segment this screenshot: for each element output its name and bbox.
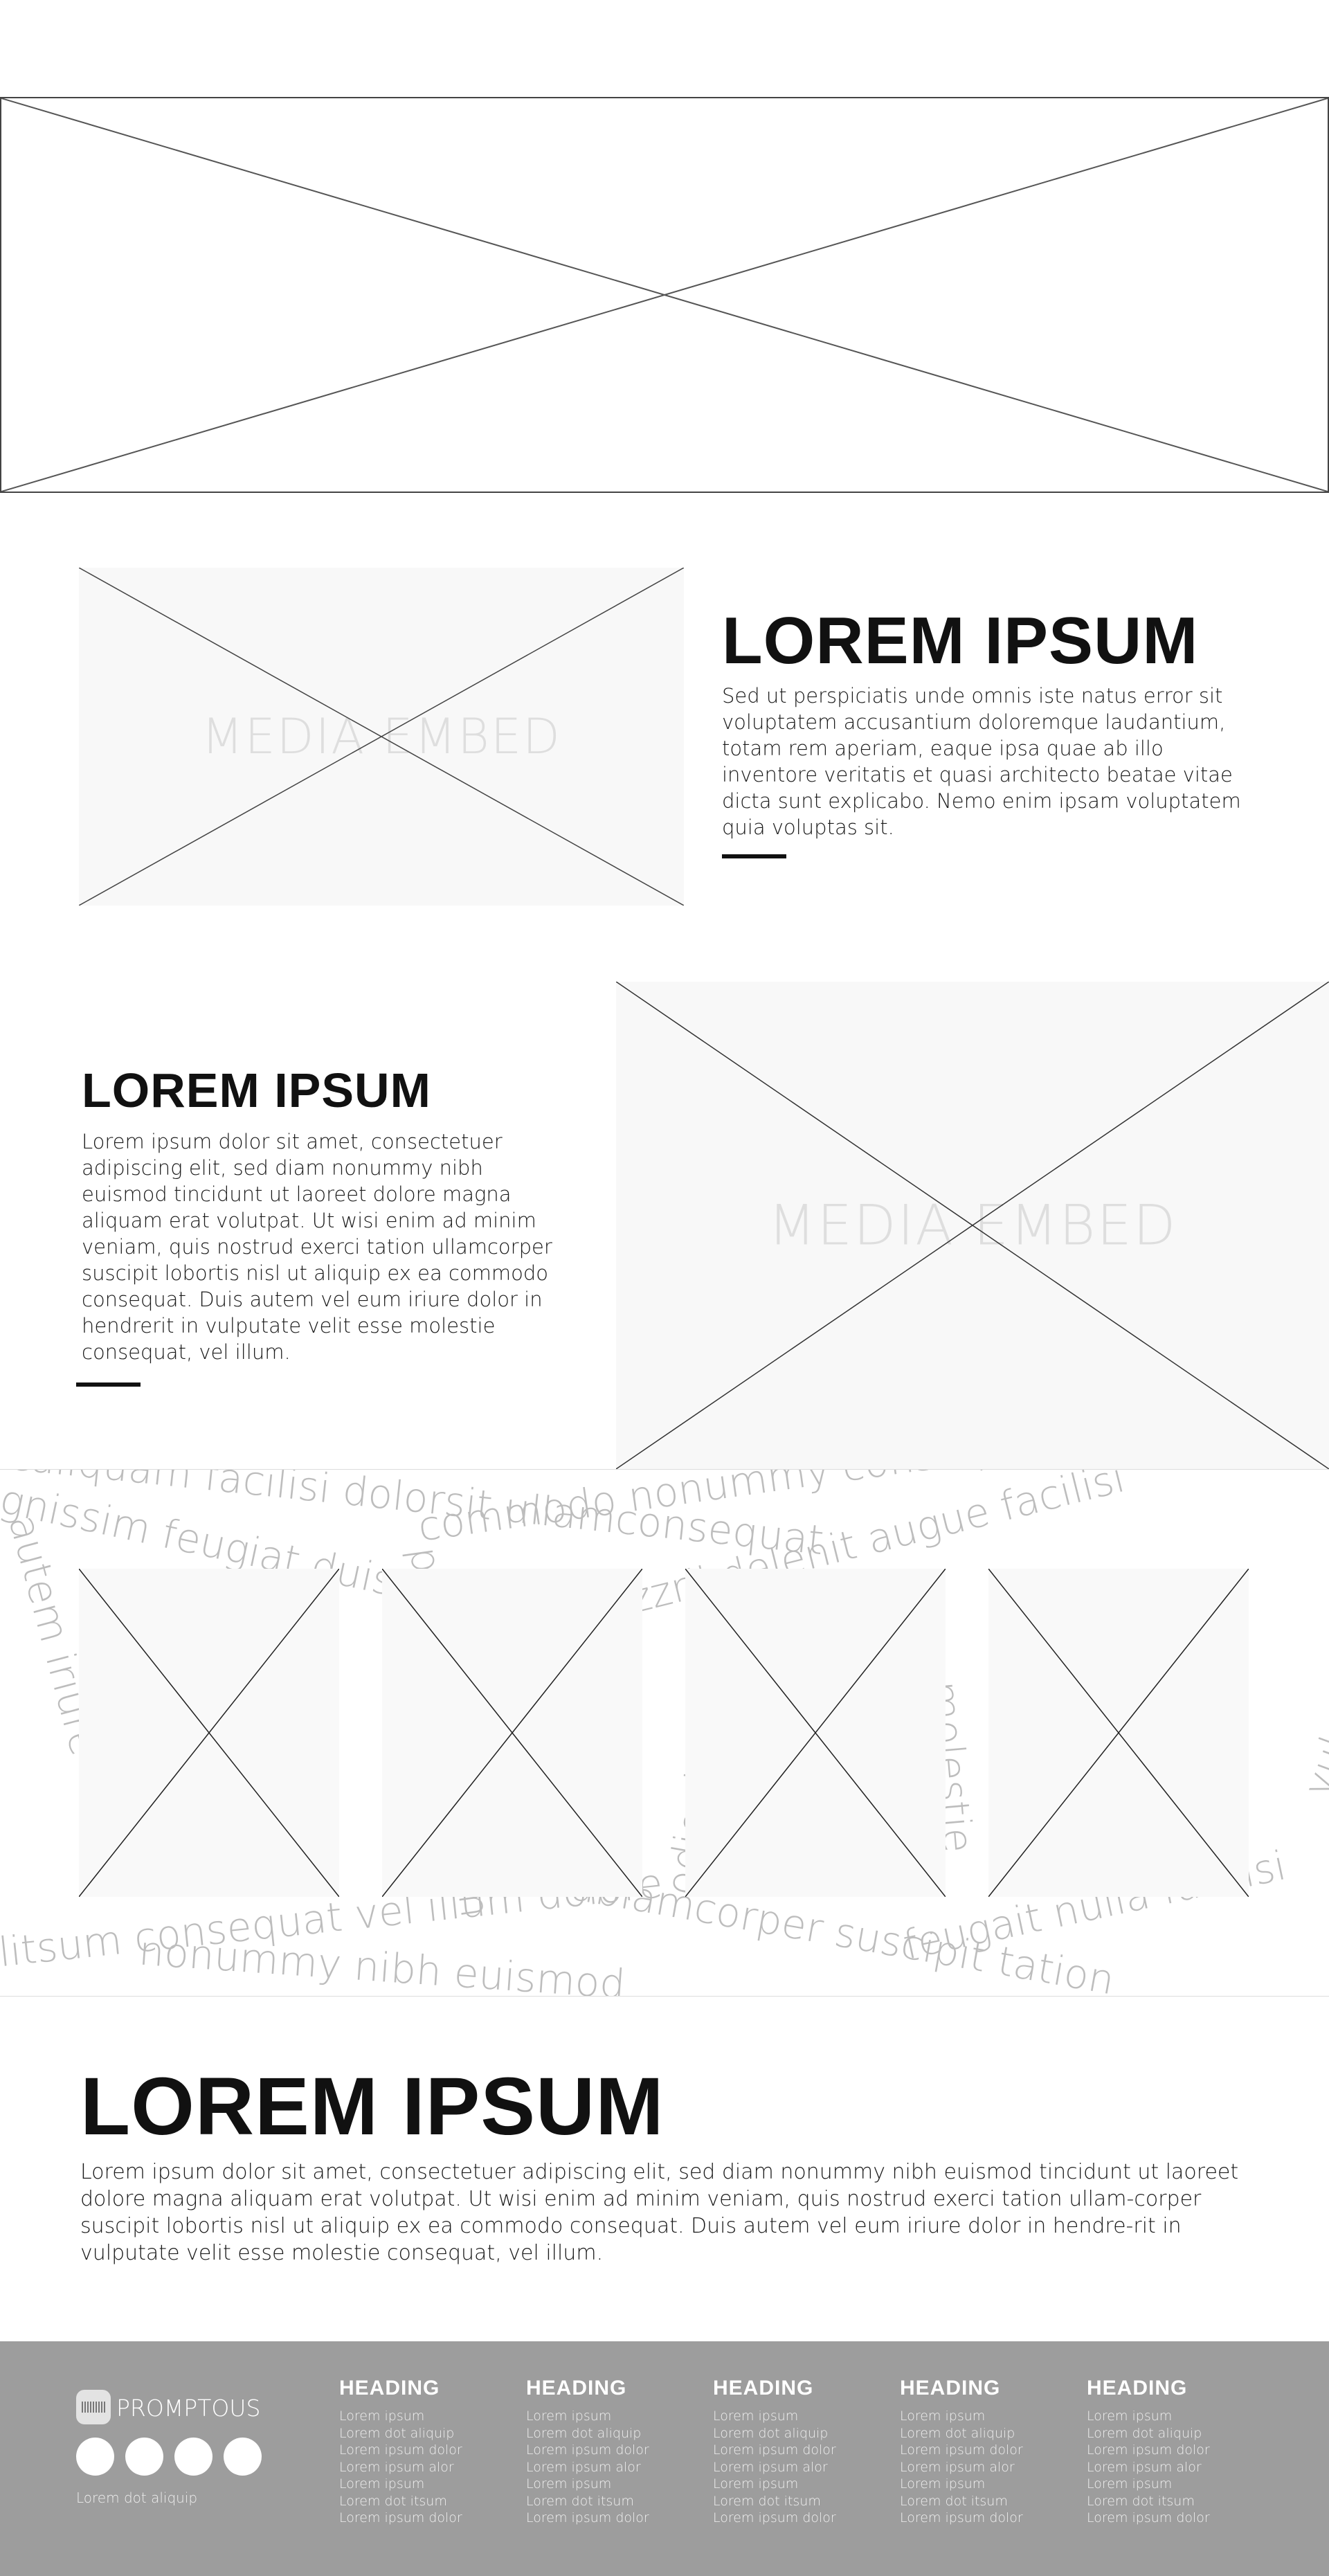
footer-heading: HEADING	[339, 2377, 440, 2399]
brand-logo-icon[interactable]	[76, 2390, 111, 2424]
footer-link[interactable]: Lorem dot itsum	[339, 2493, 505, 2510]
footer-link[interactable]: Lorem dot itsum	[713, 2493, 879, 2510]
footer-column: HEADING Lorem ipsum Lorem dot aliquip Lo…	[900, 2376, 1066, 2527]
placeholder-cross-icon	[79, 1569, 339, 1897]
section-title: LOREM IPSUM	[80, 2061, 664, 2152]
gallery-tile[interactable]	[79, 1569, 339, 1897]
placeholder-cross-icon	[988, 1569, 1249, 1897]
decorative-letter-pattern: vulputate esse	[1293, 1508, 1329, 1803]
section-title: LOREM IPSUM	[82, 1063, 431, 1117]
footer-link[interactable]: Lorem ipsum	[1087, 2476, 1253, 2493]
social-icon[interactable]	[174, 2438, 213, 2476]
social-icon[interactable]	[224, 2438, 262, 2476]
accent-divider	[722, 854, 786, 858]
placeholder-cross-icon	[382, 1569, 642, 1897]
footer-heading: HEADING	[1087, 2377, 1188, 2399]
footer-link[interactable]: Lorem ipsum alor	[526, 2459, 692, 2476]
section-body-text: Lorem ipsum dolor sit amet, consectetuer…	[80, 2160, 1239, 2265]
hero-image-placeholder	[0, 97, 1329, 493]
footer-link[interactable]: Lorem ipsum	[713, 2476, 879, 2493]
footer-link[interactable]: Lorem ipsum alor	[713, 2459, 879, 2476]
footer-tagline: Lorem dot aliquip	[76, 2489, 198, 2506]
footer-heading: HEADING	[526, 2377, 627, 2399]
footer-link[interactable]: Lorem ipsum	[339, 2408, 505, 2425]
decorative-letter-pattern: nonummy nibh euismod	[137, 1927, 627, 1997]
footer-link[interactable]: Lorem dot itsum	[526, 2493, 692, 2510]
footer-link[interactable]: Lorem dot aliquip	[339, 2425, 505, 2442]
footer-link[interactable]: Lorem dot itsum	[900, 2493, 1066, 2510]
section-title: LOREM IPSUM	[722, 604, 1199, 678]
footer-heading: HEADING	[900, 2377, 1001, 2399]
footer-link[interactable]: Lorem ipsum dolor	[339, 2442, 505, 2459]
footer-column: HEADING Lorem ipsum Lorem dot aliquip Lo…	[1087, 2376, 1253, 2527]
footer-link[interactable]: Lorem ipsum dolor	[1087, 2510, 1253, 2527]
gallery-tile[interactable]	[382, 1569, 642, 1897]
footer-column: HEADING Lorem ipsum Lorem dot aliquip Lo…	[713, 2376, 879, 2527]
footer-link[interactable]: Lorem ipsum dolor	[713, 2510, 879, 2527]
footer-link[interactable]: Lorem ipsum dolor	[1087, 2442, 1253, 2459]
footer-link[interactable]: Lorem dot aliquip	[526, 2425, 692, 2442]
placeholder-cross-icon	[616, 982, 1329, 1469]
social-icon[interactable]	[76, 2438, 114, 2476]
footer-heading: HEADING	[713, 2377, 814, 2399]
footer-link[interactable]: Lorem ipsum dolor	[526, 2510, 692, 2527]
footer-link[interactable]: Lorem ipsum	[526, 2408, 692, 2425]
footer-link[interactable]: Lorem ipsum alor	[1087, 2459, 1253, 2476]
footer-link[interactable]: Lorem dot itsum	[1087, 2493, 1253, 2510]
footer-link[interactable]: Lorem ipsum dolor	[339, 2510, 505, 2527]
footer-link[interactable]: Lorem ipsum dolor	[900, 2442, 1066, 2459]
footer-link[interactable]: Lorem ipsum dolor	[900, 2510, 1066, 2527]
gallery-tile[interactable]	[988, 1569, 1249, 1897]
placeholder-cross-icon	[685, 1569, 946, 1897]
footer-link[interactable]: Lorem ipsum dolor	[526, 2442, 692, 2459]
social-icon[interactable]	[125, 2438, 163, 2476]
footer-link[interactable]: Lorem dot aliquip	[900, 2425, 1066, 2442]
section-body-text: Lorem ipsum dolor sit amet, consectetuer…	[82, 1130, 552, 1364]
footer-link[interactable]: Lorem ipsum	[713, 2408, 879, 2425]
footer-link[interactable]: Lorem ipsum	[526, 2476, 692, 2493]
footer-link[interactable]: Lorem ipsum alor	[339, 2459, 505, 2476]
footer-link[interactable]: Lorem ipsum	[900, 2408, 1066, 2425]
footer-link[interactable]: Lorem dot aliquip	[1087, 2425, 1253, 2442]
media-embed-placeholder[interactable]: MEDIA EMBED	[616, 982, 1329, 1469]
placeholder-cross-icon	[1, 98, 1328, 492]
media-embed-placeholder[interactable]: MEDIA EMBED	[79, 568, 684, 906]
footer-link[interactable]: Lorem ipsum alor	[900, 2459, 1066, 2476]
gallery-tile[interactable]	[685, 1569, 946, 1897]
footer-column: HEADING Lorem ipsum Lorem dot aliquip Lo…	[339, 2376, 505, 2527]
footer-link[interactable]: Lorem ipsum	[900, 2476, 1066, 2493]
footer-link[interactable]: Lorem dot aliquip	[713, 2425, 879, 2442]
accent-divider	[76, 1382, 141, 1387]
footer-link[interactable]: Lorem ipsum dolor	[713, 2442, 879, 2459]
section-body-text: Sed ut perspiciatis unde omnis iste natu…	[722, 684, 1241, 839]
footer-link[interactable]: Lorem ipsum	[339, 2476, 505, 2493]
brand-name[interactable]: PROMPTOUS	[116, 2395, 260, 2422]
placeholder-cross-icon	[79, 568, 684, 906]
footer-column: HEADING Lorem ipsum Lorem dot aliquip Lo…	[526, 2376, 692, 2527]
footer-link[interactable]: Lorem ipsum	[1087, 2408, 1253, 2425]
